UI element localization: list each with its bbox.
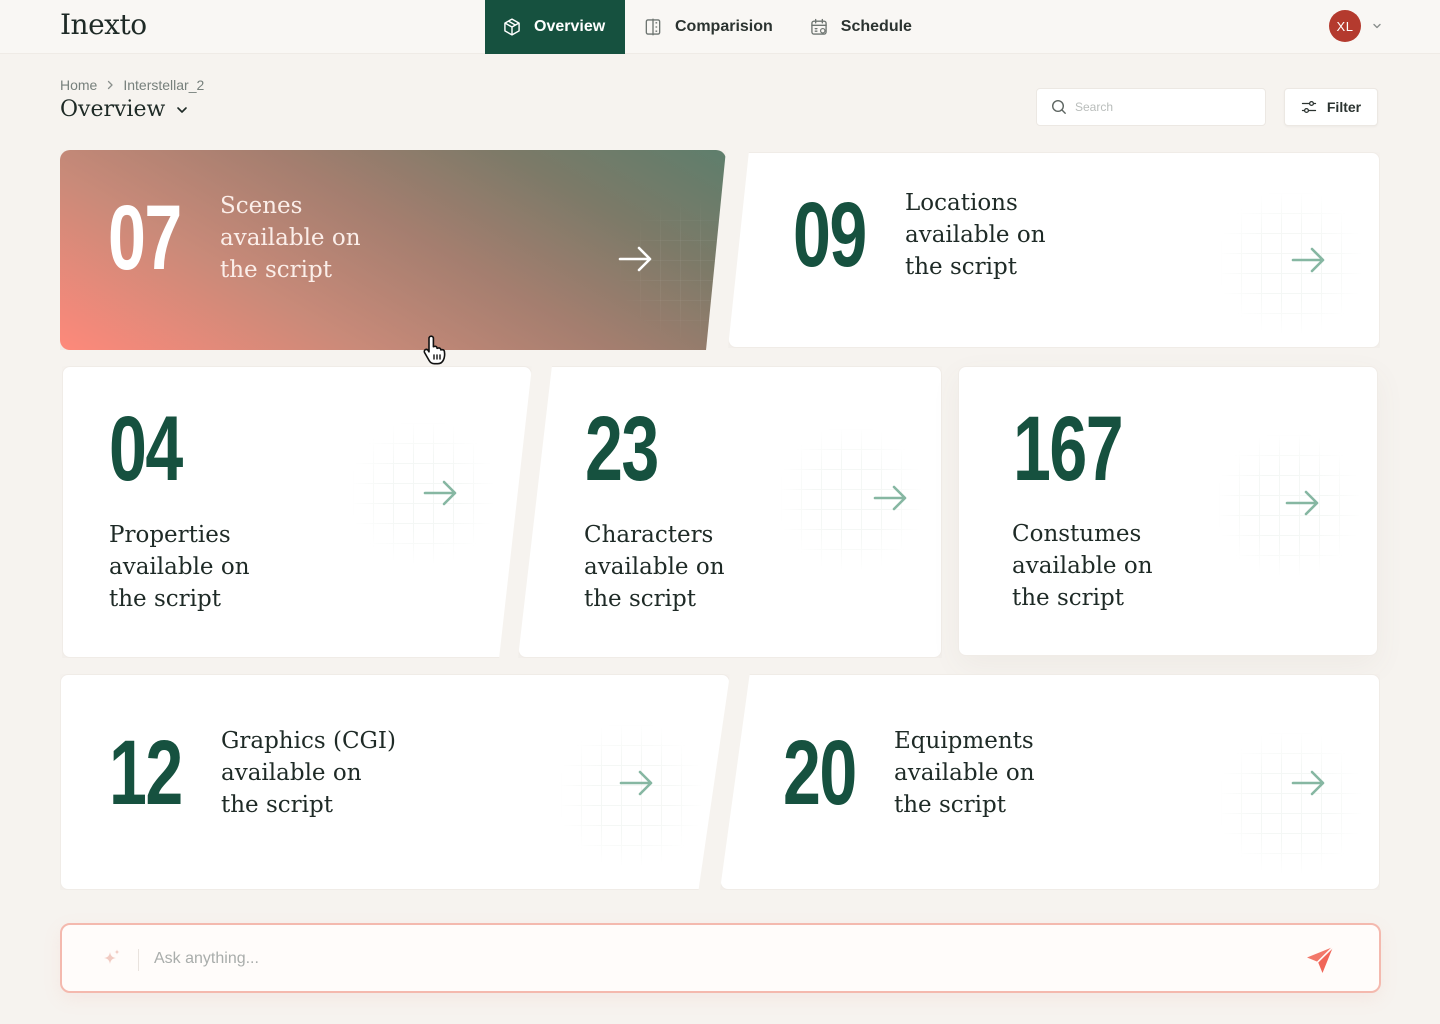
- filter-label: Filter: [1326, 99, 1362, 115]
- nav-item-schedule[interactable]: Schedule: [791, 0, 930, 54]
- nav-item-label: Overview: [534, 18, 606, 35]
- calendar-icon: [811, 18, 827, 35]
- card-description: Graphics (CGI) available on the script: [221, 725, 396, 821]
- arrow-right-icon[interactable]: [619, 769, 655, 797]
- card-description: Scenes available on the script: [220, 190, 361, 286]
- sparkle-icon: [104, 949, 120, 964]
- ask-bar: [60, 923, 1381, 993]
- chevron-right-icon: [108, 80, 114, 90]
- card-characters[interactable]: 23 Characters available on the script: [518, 366, 942, 658]
- card-desc-line: the script: [1012, 585, 1124, 611]
- card-number: 167: [1013, 398, 1124, 500]
- card-desc-line: available on: [109, 554, 250, 580]
- card-desc-line: the script: [221, 792, 333, 818]
- page-title-dropdown[interactable]: Overview: [60, 97, 189, 122]
- main-nav: Overview Comparision Schedule: [485, 0, 930, 54]
- card-number: 20: [783, 722, 857, 824]
- hand-cursor-icon: [423, 335, 446, 365]
- card-desc-line: the script: [894, 792, 1006, 818]
- arrow-right-icon[interactable]: [618, 245, 654, 273]
- card-scenes[interactable]: 07 Scenes available on the script: [60, 150, 726, 350]
- arrow-right-icon[interactable]: [1291, 769, 1327, 797]
- card-desc-line: the script: [109, 586, 221, 612]
- card-description: Characters available on the script: [584, 519, 725, 615]
- page-title: Overview: [60, 97, 166, 122]
- nav-item-label: Comparision: [675, 18, 773, 35]
- chevron-down-icon: [177, 106, 188, 113]
- card-locations[interactable]: 09 Locations available on the script: [728, 152, 1380, 348]
- cube-icon: [504, 18, 520, 36]
- sliders-icon: [1301, 100, 1317, 114]
- card-desc-line: the script: [220, 257, 332, 283]
- card-desc-line: Graphics (CGI): [221, 728, 396, 754]
- top-bar: Inexto Overview Comparision Schedule XL: [0, 0, 1440, 54]
- arrow-right-icon[interactable]: [1285, 489, 1321, 517]
- arrow-right-icon[interactable]: [1291, 246, 1327, 274]
- card-desc-line: Constumes: [1012, 521, 1142, 547]
- card-desc-line: available on: [905, 222, 1046, 248]
- filter-button[interactable]: Filter: [1284, 88, 1378, 126]
- card-desc-line: available on: [584, 554, 725, 580]
- divider: [138, 949, 139, 971]
- chevron-down-icon[interactable]: [1371, 20, 1383, 32]
- user-avatar[interactable]: XL: [1329, 10, 1361, 42]
- card-desc-line: Locations: [905, 190, 1018, 216]
- card-costumes[interactable]: 167 Constumes available on the script: [958, 366, 1378, 656]
- card-description: Locations available on the script: [905, 187, 1046, 283]
- card-desc-line: Scenes: [220, 193, 303, 219]
- card-desc-line: Equipments: [894, 728, 1034, 754]
- split-view-icon: [645, 18, 661, 36]
- nav-item-overview[interactable]: Overview: [485, 0, 625, 54]
- card-number: 07: [108, 187, 182, 289]
- app-logo[interactable]: Inexto: [60, 8, 147, 41]
- card-graphics[interactable]: 12 Graphics (CGI) available on the scrip…: [60, 674, 730, 890]
- breadcrumb: Home Interstellar_2: [60, 77, 204, 93]
- search-input[interactable]: [1075, 100, 1245, 114]
- send-icon[interactable]: [1304, 944, 1336, 976]
- nav-item-comparision[interactable]: Comparision: [625, 0, 791, 54]
- card-description: Constumes available on the script: [1012, 518, 1153, 614]
- card-properties[interactable]: 04 Properties available on the script: [62, 366, 532, 658]
- card-desc-line: available on: [1012, 553, 1153, 579]
- card-description: Equipments available on the script: [894, 725, 1035, 821]
- card-desc-line: available on: [221, 760, 362, 786]
- card-desc-line: Properties: [109, 522, 231, 548]
- card-equipments[interactable]: 20 Equipments available on the script: [720, 674, 1380, 890]
- card-description: Properties available on the script: [109, 519, 250, 615]
- card-desc-line: Characters: [584, 522, 714, 548]
- card-desc-line: available on: [894, 760, 1035, 786]
- card-desc-line: available on: [220, 225, 361, 251]
- breadcrumb-current[interactable]: Interstellar_2: [123, 77, 204, 93]
- ask-input[interactable]: [154, 945, 1254, 973]
- grid-pattern: [1221, 733, 1361, 873]
- card-number: 04: [109, 398, 183, 500]
- nav-item-label: Schedule: [840, 18, 912, 35]
- card-number: 12: [109, 722, 183, 824]
- card-desc-line: the script: [905, 254, 1017, 280]
- card-number: 09: [793, 184, 867, 286]
- search-box: [1036, 88, 1266, 126]
- arrow-right-icon[interactable]: [423, 479, 459, 507]
- card-desc-line: the script: [584, 586, 696, 612]
- breadcrumb-home[interactable]: Home: [60, 77, 97, 93]
- card-number: 23: [585, 398, 659, 500]
- arrow-right-icon[interactable]: [873, 484, 909, 512]
- search-icon: [1051, 99, 1066, 114]
